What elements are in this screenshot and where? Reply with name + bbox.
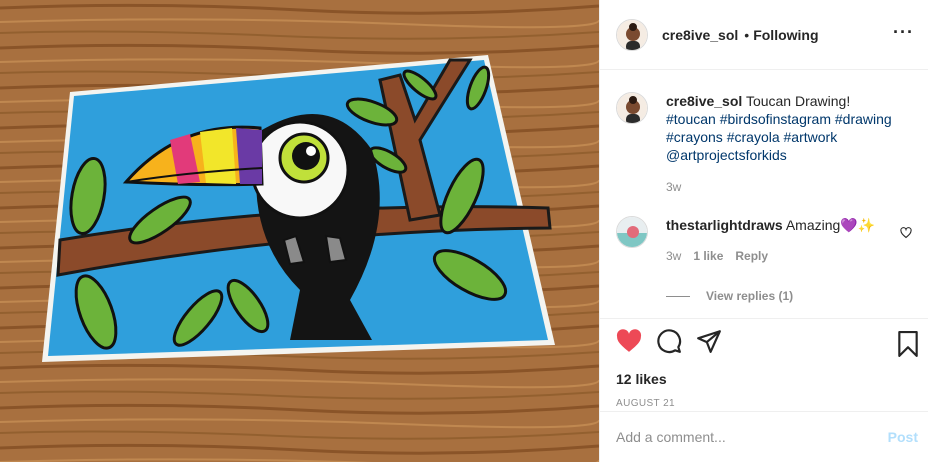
view-replies-button[interactable]: View replies (1) xyxy=(666,289,912,303)
avatar-image xyxy=(617,19,647,50)
header-separator: • xyxy=(744,26,750,43)
comment-likes[interactable]: 1 like xyxy=(693,247,723,265)
share-icon[interactable] xyxy=(696,328,722,359)
caption: cre8ive_sol Toucan Drawing! #toucan #bir… xyxy=(616,92,912,196)
add-comment-bar: Add a comment... Post xyxy=(600,411,928,462)
like-count[interactable]: 12 likes xyxy=(616,371,912,387)
commenter-avatar[interactable] xyxy=(616,216,648,248)
hashtag[interactable]: #drawing xyxy=(835,111,892,127)
heart-filled-icon[interactable] xyxy=(616,328,642,358)
hashtag[interactable]: #artwork xyxy=(784,129,838,145)
comment-input[interactable]: Add a comment... xyxy=(616,429,888,445)
replies-divider xyxy=(666,295,690,297)
action-icons xyxy=(616,328,912,359)
hashtag[interactable]: #crayola xyxy=(727,129,780,145)
post-side-panel: cre8ive_sol • Following ··· cre8ive_sol … xyxy=(599,0,928,462)
avatar-image xyxy=(617,93,647,123)
comment-username[interactable]: thestarlightdraws xyxy=(666,217,783,233)
post-image[interactable] xyxy=(0,0,599,462)
reply-button[interactable]: Reply xyxy=(735,247,768,265)
post-header: cre8ive_sol • Following xyxy=(600,0,928,70)
comment-text: Amazing💜✨ xyxy=(785,217,876,233)
caption-body: cre8ive_sol Toucan Drawing! #toucan #bir… xyxy=(666,92,896,196)
post-comment-button[interactable]: Post xyxy=(888,429,918,445)
avatar-image xyxy=(617,217,647,247)
view-replies-label: View replies (1) xyxy=(706,289,794,303)
comment-body: thestarlightdraws Amazing💜✨ 3w 1 like Re… xyxy=(666,216,875,265)
caption-username[interactable]: cre8ive_sol xyxy=(666,93,742,109)
hashtag[interactable]: #birdsofinstagram xyxy=(720,111,831,127)
caption-age[interactable]: 3w xyxy=(666,178,896,196)
post-actions: 12 likes AUGUST 21 xyxy=(600,318,928,411)
comment-meta: 3w 1 like Reply xyxy=(666,247,875,265)
bookmark-icon[interactable] xyxy=(896,331,920,362)
mention-link[interactable]: @artprojectsforkids xyxy=(666,147,787,163)
comments-section: cre8ive_sol Toucan Drawing! #toucan #bir… xyxy=(600,70,928,318)
post-date[interactable]: AUGUST 21 xyxy=(616,398,912,409)
hashtag[interactable]: #crayons xyxy=(666,129,723,145)
toucan-drawing-photo xyxy=(0,0,599,462)
caption-text: Toucan Drawing! xyxy=(745,93,851,109)
author-username[interactable]: cre8ive_sol xyxy=(662,27,738,43)
instagram-post: cre8ive_sol • Following ··· cre8ive_sol … xyxy=(0,0,928,462)
hashtag[interactable]: #toucan xyxy=(666,111,716,127)
author-avatar[interactable] xyxy=(616,18,648,51)
caption-avatar[interactable] xyxy=(616,92,648,124)
comment-age[interactable]: 3w xyxy=(666,247,681,265)
comment: thestarlightdraws Amazing💜✨ 3w 1 like Re… xyxy=(616,216,912,265)
follow-status-button[interactable]: Following xyxy=(753,27,818,43)
comment-like-icon[interactable] xyxy=(900,226,912,244)
comment-icon[interactable] xyxy=(656,328,682,359)
more-options-icon[interactable]: ··· xyxy=(893,23,914,41)
